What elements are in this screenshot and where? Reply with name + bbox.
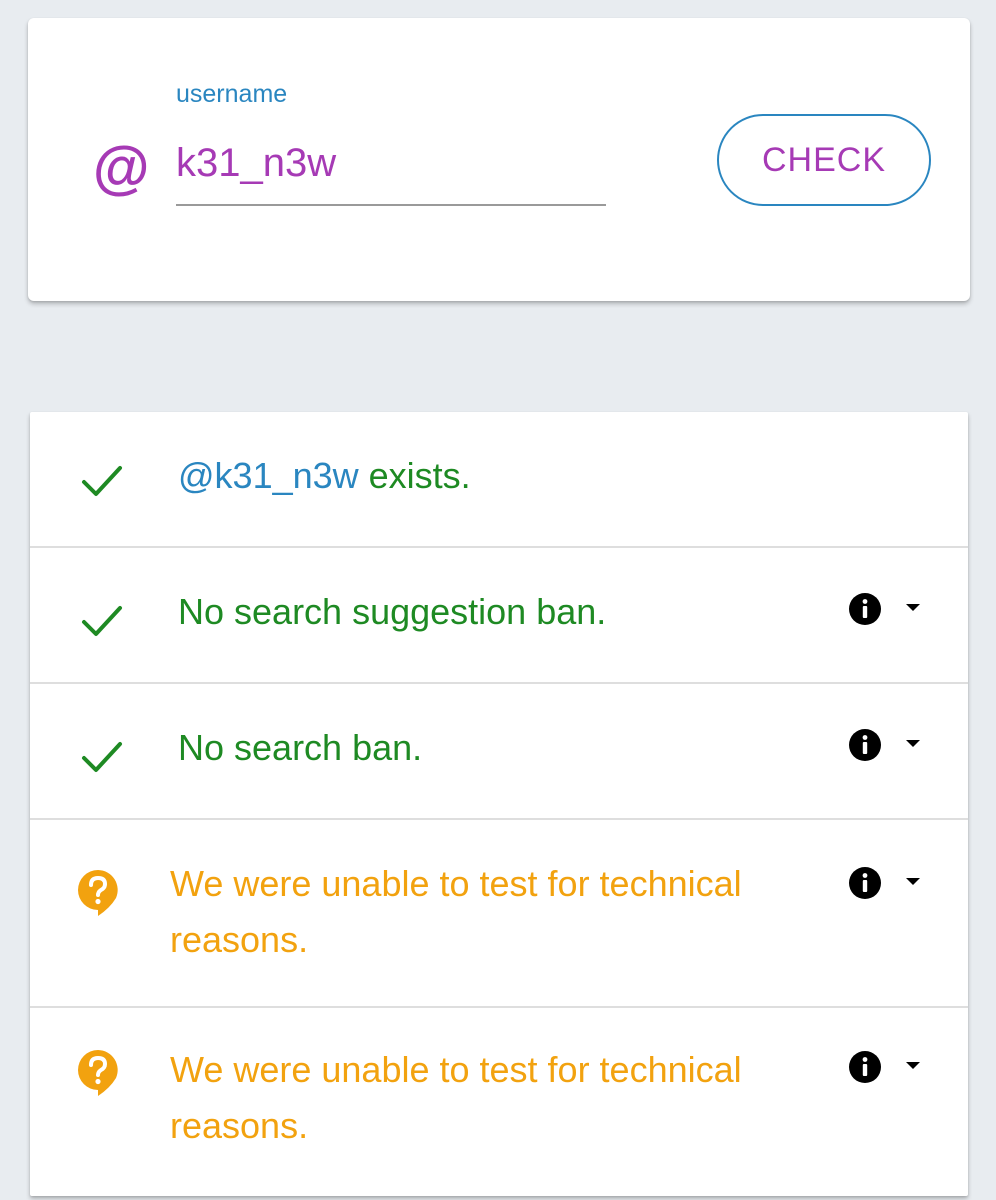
result-text: No search suggestion ban. [178, 591, 607, 632]
result-text: We were unable to test for technical rea… [170, 1049, 742, 1146]
details-toggle[interactable] [846, 1050, 926, 1090]
check-button[interactable]: CHECK [717, 114, 931, 206]
username-handle: @k31_n3w [178, 455, 359, 496]
info-icon [849, 593, 881, 625]
results-card: @k31_n3w exists. No search suggestion ba… [30, 412, 968, 1196]
result-row-unknown: We were unable to test for technical rea… [30, 820, 968, 1008]
username-input[interactable] [176, 138, 606, 206]
caret-down-icon [906, 740, 920, 747]
check-icon [82, 466, 122, 496]
result-row-unknown: We were unable to test for technical rea… [30, 1008, 968, 1196]
check-icon [82, 606, 122, 636]
caret-down-icon [906, 1062, 920, 1069]
info-icon [849, 729, 881, 761]
details-toggle[interactable] [846, 728, 926, 768]
result-row-search-suggestion-ban: No search suggestion ban. [30, 548, 968, 684]
result-text: @k31_n3w exists. [178, 448, 471, 504]
info-icon [849, 867, 881, 899]
result-text: We were unable to test for technical rea… [170, 863, 742, 960]
details-toggle[interactable] [846, 592, 926, 632]
check-icon [82, 742, 122, 772]
question-bubble-icon [78, 870, 118, 916]
caret-down-icon [906, 878, 920, 885]
question-bubble-icon [78, 1050, 118, 1096]
result-row-exists: @k31_n3w exists. [30, 412, 968, 548]
details-toggle[interactable] [846, 866, 926, 906]
username-search-card: @ username CHECK [28, 18, 970, 301]
at-sign-icon: @ [92, 136, 149, 201]
info-icon [849, 1051, 881, 1083]
exists-text: exists. [358, 455, 471, 496]
result-text: No search ban. [178, 727, 423, 768]
caret-down-icon [906, 604, 920, 611]
username-label: username [176, 80, 288, 108]
result-row-search-ban: No search ban. [30, 684, 968, 820]
